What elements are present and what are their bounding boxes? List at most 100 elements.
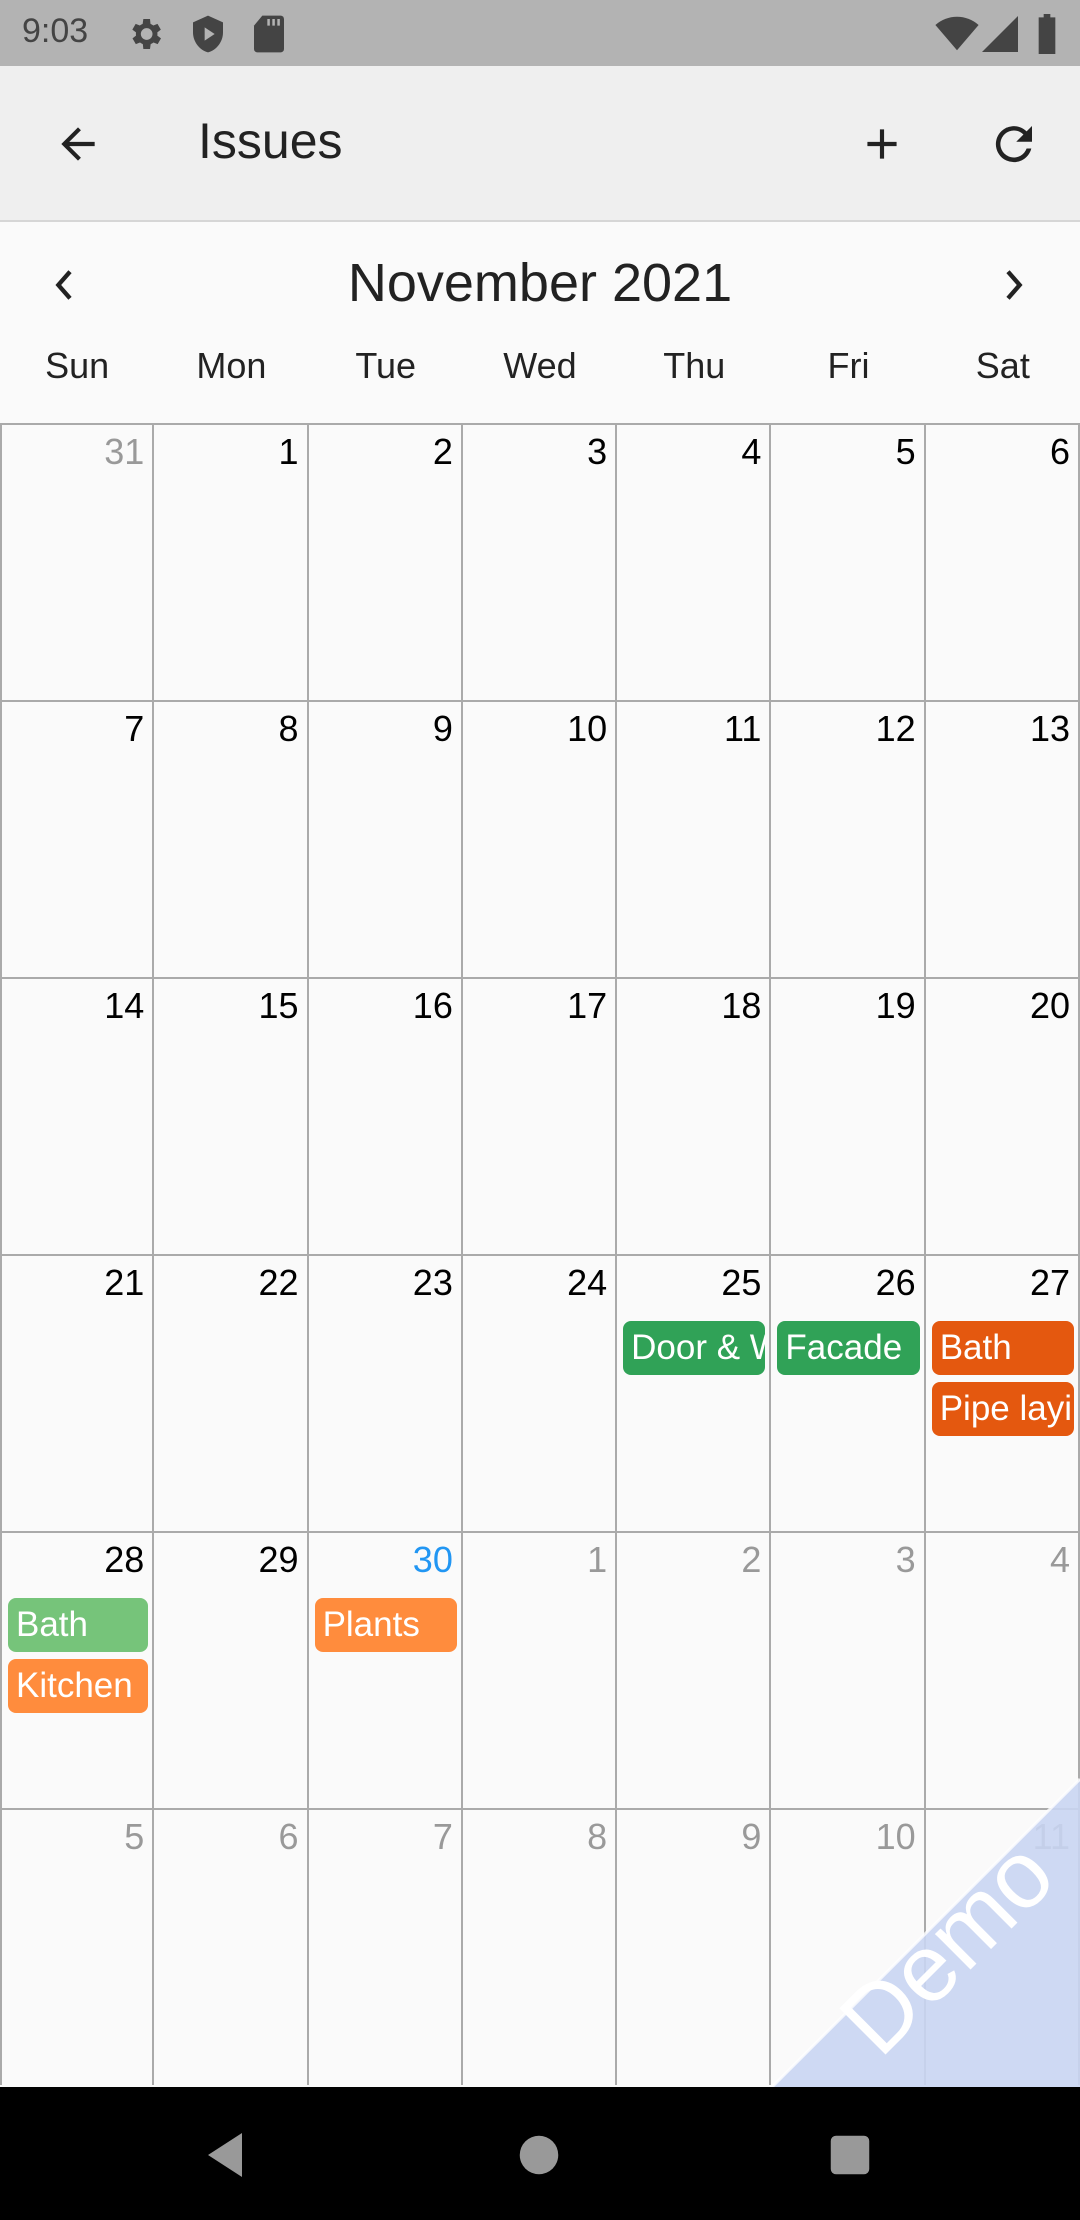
- weekday-label: Sun: [45, 345, 110, 386]
- day-cell[interactable]: 13: [925, 700, 1080, 977]
- day-number: 23: [412, 1262, 453, 1303]
- day-cell[interactable]: 5: [771, 423, 926, 700]
- day-cell[interactable]: 2: [308, 423, 463, 700]
- day-cell[interactable]: 9: [308, 700, 463, 977]
- day-number: 13: [1029, 708, 1070, 749]
- event-chip[interactable]: Kitchen: [8, 1659, 149, 1713]
- status-time: 9:03: [22, 12, 89, 50]
- day-cell[interactable]: 26 Facade: [771, 1254, 926, 1531]
- day-cell[interactable]: 18: [617, 977, 772, 1254]
- day-number: 15: [258, 985, 299, 1026]
- day-cell[interactable]: 19: [771, 977, 926, 1254]
- wifi-icon: [935, 16, 979, 57]
- day-cell[interactable]: 28 Bath Kitchen: [0, 1531, 155, 1808]
- day-cell[interactable]: 17: [462, 977, 618, 1254]
- nav-home-button[interactable]: [509, 2127, 569, 2187]
- day-number: 2: [741, 1539, 762, 1580]
- event-chip[interactable]: Plants: [314, 1598, 457, 1652]
- event-chip[interactable]: Pipe laying: [931, 1382, 1074, 1436]
- day-number: 2: [432, 431, 453, 472]
- weekday-label: Wed: [503, 345, 577, 386]
- day-cell[interactable]: 7: [0, 700, 155, 977]
- day-cell[interactable]: 9: [617, 1808, 772, 2085]
- day-cell[interactable]: 31: [0, 423, 155, 700]
- day-cell[interactable]: 8: [462, 1808, 618, 2085]
- day-number: 10: [567, 708, 608, 749]
- day-number: 16: [412, 985, 453, 1026]
- day-number: 6: [1049, 431, 1070, 472]
- day-number: 4: [1049, 1539, 1070, 1580]
- today-day-number: 30: [412, 1539, 453, 1580]
- day-cell[interactable]: 14: [0, 977, 155, 1254]
- day-cell[interactable]: 10: [462, 700, 618, 977]
- day-number: 3: [895, 1539, 916, 1580]
- day-cell[interactable]: 15: [154, 977, 309, 1254]
- day-cell[interactable]: 24: [462, 1254, 618, 1531]
- day-cell[interactable]: 1: [462, 1531, 618, 1808]
- day-cell[interactable]: 11: [617, 700, 772, 977]
- day-cell[interactable]: 2: [617, 1531, 772, 1808]
- refresh-button[interactable]: [974, 106, 1054, 186]
- day-cell[interactable]: 20: [925, 977, 1080, 1254]
- shield-play-icon: [188, 14, 228, 59]
- weekday-label: Thu: [663, 345, 726, 386]
- day-number: 29: [258, 1539, 299, 1580]
- add-issue-button[interactable]: [842, 106, 922, 186]
- day-number: 9: [741, 1816, 762, 1857]
- back-button[interactable]: [38, 106, 118, 186]
- day-number: 10: [875, 1816, 916, 1857]
- recents-icon: [829, 2134, 871, 2181]
- day-cell[interactable]: 25 Door & Window: [617, 1254, 772, 1531]
- day-number: 31: [104, 431, 145, 472]
- day-cell[interactable]: 16: [308, 977, 463, 1254]
- system-nav-bar: [0, 2087, 1080, 2220]
- day-cell[interactable]: 4: [617, 423, 772, 700]
- day-cell[interactable]: 27 Bath Pipe laying: [925, 1254, 1080, 1531]
- refresh-icon: [987, 117, 1041, 176]
- day-number: 21: [104, 1262, 145, 1303]
- day-cell[interactable]: 12: [771, 700, 926, 977]
- day-number: 1: [278, 431, 299, 472]
- day-number: 7: [432, 1816, 453, 1857]
- status-bar: 9:03: [0, 0, 1080, 66]
- day-cell[interactable]: 10: [771, 1808, 926, 2085]
- event-chip[interactable]: Bath: [8, 1598, 149, 1652]
- event-chip[interactable]: Bath: [931, 1321, 1074, 1375]
- month-header: November 2021: [0, 222, 1080, 342]
- day-cell[interactable]: 30 Plants: [308, 1531, 463, 1808]
- event-chip[interactable]: Facade: [777, 1321, 920, 1375]
- day-cell[interactable]: 7: [308, 1808, 463, 2085]
- nav-recents-button[interactable]: [820, 2127, 880, 2187]
- day-number: 11: [724, 708, 762, 749]
- day-cell[interactable]: 6: [154, 1808, 309, 2085]
- day-number: 25: [721, 1262, 762, 1303]
- signal-icon: [982, 16, 1018, 57]
- day-cell[interactable]: 6: [925, 423, 1080, 700]
- day-cell[interactable]: 23: [308, 1254, 463, 1531]
- weekday-label: Mon: [196, 345, 267, 386]
- day-number: 28: [104, 1539, 145, 1580]
- day-number: 26: [875, 1262, 916, 1303]
- event-chip[interactable]: Door & Window: [623, 1321, 766, 1375]
- day-number: 6: [278, 1816, 299, 1857]
- nav-back-button[interactable]: [196, 2127, 256, 2187]
- day-cell[interactable]: 22: [154, 1254, 309, 1531]
- home-icon: [518, 2134, 560, 2181]
- day-number: 8: [587, 1816, 608, 1857]
- day-cell[interactable]: 1: [154, 423, 309, 700]
- day-cell[interactable]: 21: [0, 1254, 155, 1531]
- day-cell[interactable]: 8: [154, 700, 309, 977]
- arrow-back-icon: [53, 119, 103, 174]
- day-number: 3: [587, 431, 608, 472]
- next-month-button[interactable]: [978, 252, 1048, 322]
- day-number: 7: [124, 708, 145, 749]
- day-cell[interactable]: 5: [0, 1808, 155, 2085]
- day-cell[interactable]: 29: [154, 1531, 309, 1808]
- day-cell[interactable]: 3: [462, 423, 618, 700]
- day-cell[interactable]: 3: [771, 1531, 926, 1808]
- weekday-label: Sat: [975, 345, 1030, 386]
- day-cell[interactable]: 11: [925, 1808, 1080, 2085]
- day-cell[interactable]: 4: [925, 1531, 1080, 1808]
- day-number: 17: [567, 985, 608, 1026]
- day-number: 11: [1032, 1816, 1070, 1857]
